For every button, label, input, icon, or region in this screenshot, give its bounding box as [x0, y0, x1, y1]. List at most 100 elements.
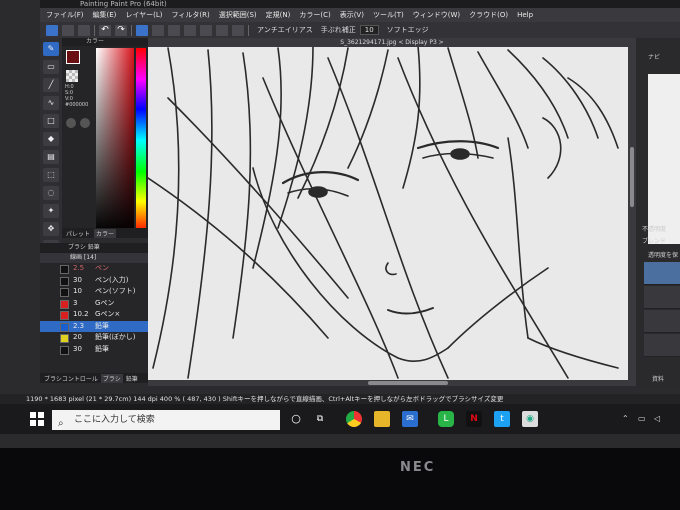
- cortana-icon[interactable]: ○: [288, 411, 304, 427]
- brush-color-swatch: [60, 276, 69, 286]
- line-app-icon[interactable]: L: [438, 411, 454, 427]
- pen-tool-icon[interactable]: ✎: [43, 42, 59, 56]
- grid-icon[interactable]: [168, 24, 180, 36]
- tray-chevron-icon[interactable]: ⌃: [622, 414, 629, 423]
- brush-item[interactable]: 30 ペン(入力): [40, 275, 148, 287]
- background-color-swatch[interactable]: [66, 70, 78, 82]
- new-file-icon[interactable]: [78, 24, 90, 36]
- brush-color-swatch: [60, 265, 69, 274]
- redo-icon[interactable]: ↷: [115, 24, 127, 36]
- horizontal-scrollbar[interactable]: [148, 380, 636, 386]
- fill-tool-icon[interactable]: ◆: [43, 132, 59, 146]
- screen: Painting Paint Pro (64bit) ファイル(F) 編集(E) レ…: [0, 0, 680, 448]
- preserve-transparency-checkbox[interactable]: 透明度を保: [648, 250, 678, 259]
- brush-name: Gペン: [95, 298, 115, 307]
- menu-item[interactable]: ツール(T): [373, 10, 404, 20]
- volume-icon[interactable]: ◁: [654, 414, 660, 423]
- saturation-value-picker[interactable]: [96, 48, 134, 233]
- tab-palette[interactable]: パレット: [66, 229, 90, 238]
- transform-icon[interactable]: [152, 24, 164, 36]
- brush-size: 30: [73, 275, 82, 284]
- line-tool-icon[interactable]: ╱: [43, 78, 59, 92]
- menu-item[interactable]: カラー(C): [299, 10, 330, 20]
- brush-item[interactable]: 3 Gペン: [40, 298, 148, 310]
- menu-item[interactable]: 編集(E): [93, 10, 117, 20]
- netflix-icon[interactable]: N: [466, 411, 482, 427]
- gradient-tool-icon[interactable]: ▤: [43, 150, 59, 164]
- brush-item[interactable]: 20 鉛筆(ぼかし): [40, 332, 148, 344]
- tab-pencil[interactable]: 鉛筆: [126, 374, 138, 383]
- brush-color-swatch: [60, 311, 69, 320]
- ruler-icon[interactable]: [184, 24, 196, 36]
- paint-app-icon[interactable]: ◉: [522, 411, 538, 427]
- brush-item[interactable]: 2.5 ペン: [40, 263, 148, 275]
- snap-icon[interactable]: [200, 24, 212, 36]
- toolbar-divider: [248, 24, 249, 36]
- layer-row[interactable]: [644, 334, 680, 357]
- mail-icon[interactable]: ✉: [402, 411, 418, 427]
- brush-group[interactable]: 線画 [14]: [40, 253, 148, 263]
- menu-item[interactable]: 定規(N): [266, 10, 291, 20]
- menu-item[interactable]: 選択範囲(S): [219, 10, 257, 20]
- brush-item[interactable]: 2.3 鉛筆: [40, 320, 148, 332]
- layer-row[interactable]: [644, 286, 680, 309]
- navigator-preview[interactable]: [648, 74, 680, 244]
- network-icon[interactable]: ▭: [638, 414, 646, 423]
- navigator-title: ナビ: [648, 54, 661, 61]
- move-tool-icon[interactable]: ✥: [43, 222, 59, 236]
- drawing-canvas[interactable]: [148, 38, 636, 380]
- lasso-tool-icon[interactable]: ◌: [43, 186, 59, 200]
- soft-edge-option[interactable]: ソフトエッジ: [387, 25, 429, 35]
- status-hint: Shiftキーを押しながらで直線描画、Ctrl+Altキーを押しながら左ボドラッ…: [222, 395, 504, 403]
- symmetry-icon[interactable]: [216, 24, 228, 36]
- brush-item[interactable]: 10 ペン(ソフト): [40, 286, 148, 298]
- curve-tool-icon[interactable]: ∿: [43, 96, 59, 110]
- windows-start-icon[interactable]: [30, 412, 44, 426]
- vertical-scrollbar[interactable]: [628, 47, 636, 380]
- hue-slider[interactable]: [136, 48, 146, 233]
- brush-size: 20: [73, 333, 82, 341]
- menu-item[interactable]: フィルタ(R): [172, 10, 210, 20]
- taskbar-search-box[interactable]: ⌕ ここに入力して検索: [52, 410, 280, 430]
- search-placeholder: ここに入力して検索: [74, 415, 155, 425]
- color-panel-title: カラー: [62, 38, 148, 46]
- view-icon[interactable]: [232, 24, 244, 36]
- brush-item[interactable]: 10.2 Gペン×: [40, 309, 148, 321]
- home-icon[interactable]: [46, 24, 58, 36]
- scroll-thumb[interactable]: [630, 147, 634, 207]
- menu-item[interactable]: ファイル(F): [46, 10, 84, 20]
- menu-bar: ファイル(F) 編集(E) レイヤー(L) フィルタ(R) 選択範囲(S) 定規(N) カラ…: [40, 8, 680, 22]
- paper-size: (21 * 29.7cm): [86, 395, 132, 403]
- save-icon[interactable]: [62, 24, 74, 36]
- menu-item[interactable]: Help: [517, 11, 533, 19]
- chrome-icon[interactable]: [346, 411, 362, 427]
- file-explorer-icon[interactable]: [374, 411, 390, 427]
- menu-item[interactable]: レイヤー(L): [125, 10, 162, 20]
- scroll-thumb[interactable]: [368, 381, 448, 385]
- twitter-icon[interactable]: t: [494, 411, 510, 427]
- document-tab[interactable]: S_3621294171.jpg < Display P3 >: [148, 38, 636, 47]
- select-rect-icon[interactable]: ⬚: [43, 168, 59, 182]
- windows-taskbar: ⌕ ここに入力して検索 ○ ⧉ ✉ L N t ◉ ⌃ ▭ ◁: [0, 404, 680, 434]
- menu-item[interactable]: 表示(V): [340, 10, 364, 20]
- foreground-color-swatch[interactable]: [66, 50, 80, 64]
- palette-icon[interactable]: [66, 118, 76, 128]
- tab-brush-control[interactable]: ブラシコントロール: [44, 374, 98, 383]
- antialias-option[interactable]: アンチエイリアス: [257, 25, 313, 35]
- mixer-icon[interactable]: [80, 118, 90, 128]
- brush-item[interactable]: 30 鉛筆: [40, 344, 148, 356]
- layer-row[interactable]: [644, 310, 680, 333]
- tab-color[interactable]: カラー: [94, 228, 117, 238]
- eraser-tool-icon[interactable]: ▭: [43, 60, 59, 74]
- task-view-icon[interactable]: ⧉: [312, 411, 328, 427]
- rectangle-tool-icon[interactable]: □: [43, 114, 59, 128]
- menu-item[interactable]: ウィンドウ(W): [413, 10, 460, 20]
- tab-brush[interactable]: ブラシ: [100, 373, 123, 383]
- magic-wand-icon[interactable]: ✦: [43, 204, 59, 218]
- menu-item[interactable]: クラウド(O): [469, 10, 508, 20]
- stabilizer-value[interactable]: 10: [359, 25, 379, 35]
- selection-icon[interactable]: [136, 24, 148, 36]
- undo-icon[interactable]: ↶: [99, 24, 111, 36]
- layer-row[interactable]: [644, 262, 680, 285]
- stabilizer-label: 手ぶれ補正: [320, 26, 356, 34]
